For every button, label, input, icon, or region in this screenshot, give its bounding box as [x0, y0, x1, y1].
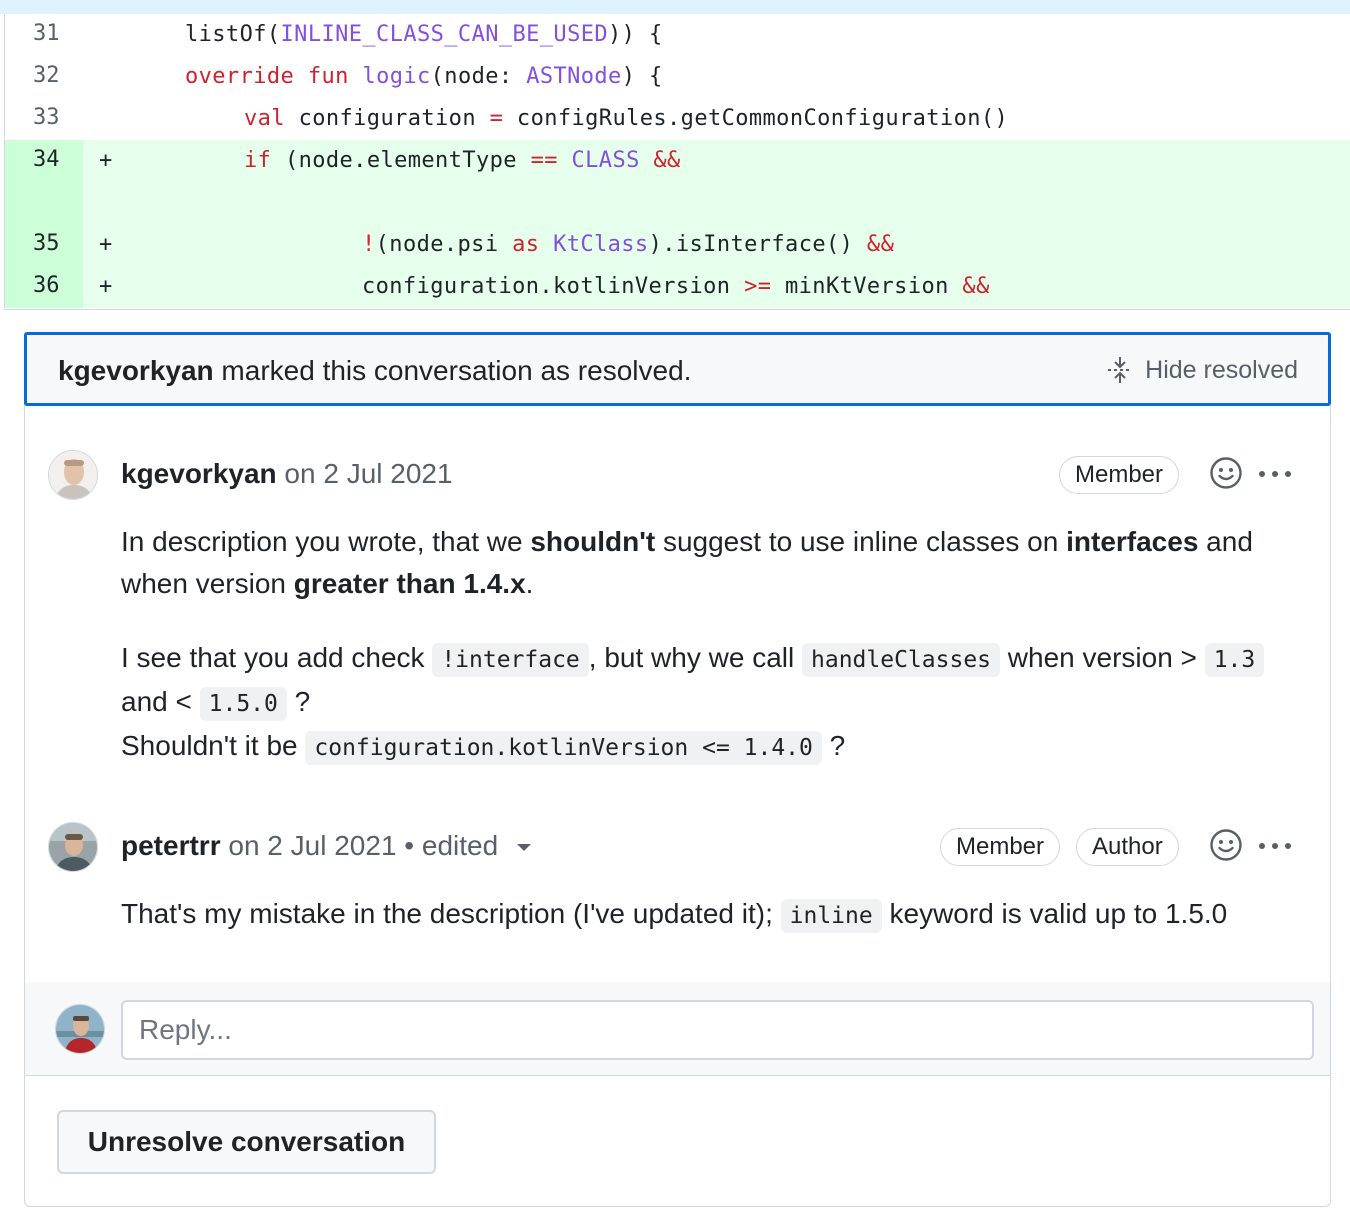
- code-text: !(node.psi as KtClass).isInterface() &&: [362, 232, 895, 257]
- author-badge: Author: [1076, 828, 1179, 866]
- reply-input[interactable]: Reply...: [121, 1000, 1314, 1060]
- kebab-horizontal-icon[interactable]: [1257, 838, 1293, 854]
- code-text: val configuration = configRules.getCommo…: [244, 106, 1009, 131]
- smiley-icon[interactable]: [1209, 456, 1243, 490]
- kebab-horizontal-icon[interactable]: [1257, 466, 1293, 482]
- line-number[interactable]: 36: [5, 266, 83, 308]
- hide-resolved-label: Hide resolved: [1145, 355, 1298, 384]
- diff-line: 31 listOf(INLINE_CLASS_CAN_BE_USED)) {: [5, 14, 1350, 56]
- avatar[interactable]: [48, 822, 98, 872]
- comment-body-paragraph: In description you wrote, that we should…: [121, 526, 1253, 599]
- resolved-message: kgevorkyan marked this conversation as r…: [58, 355, 692, 386]
- line-number[interactable]: 35: [5, 224, 83, 266]
- unresolve-conversation-button[interactable]: Unresolve conversation: [57, 1110, 436, 1174]
- inline-code: 1.3: [1204, 643, 1265, 677]
- smiley-icon[interactable]: [1209, 828, 1243, 862]
- line-number[interactable]: 32: [5, 56, 83, 98]
- added-marker: +: [99, 148, 113, 173]
- code-text: override fun logic(node: ASTNode) {: [185, 64, 663, 89]
- avatar-image: [49, 451, 97, 499]
- line-number[interactable]: 33: [5, 98, 83, 140]
- comment-author[interactable]: kgevorkyan: [121, 458, 277, 489]
- code-text: if (node.elementType == CLASS &&: [244, 148, 681, 173]
- code-text: listOf(INLINE_CLASS_CAN_BE_USED)) {: [185, 22, 663, 47]
- added-marker: +: [99, 274, 113, 299]
- fold-icon: [1108, 357, 1133, 383]
- avatar: [55, 1004, 105, 1054]
- diff-line-added: 35 + !(node.psi as KtClass).isInterface(…: [5, 224, 1350, 266]
- line-number[interactable]: 31: [5, 14, 83, 56]
- comment-timestamp[interactable]: on 2 Jul 2021: [277, 458, 452, 489]
- comment-header: petertrr on 2 Jul 2021 • edited: [121, 830, 532, 862]
- inline-code: 1.5.0: [199, 687, 287, 721]
- diff-line: 32 override fun logic(node: ASTNode) {: [5, 56, 1350, 98]
- member-badge: Member: [940, 828, 1061, 866]
- diff-view: 31 listOf(INLINE_CLASS_CAN_BE_USED)) { 3…: [4, 14, 1350, 310]
- added-marker: +: [99, 232, 113, 257]
- inline-code: !interface: [432, 643, 589, 677]
- code-text: configuration.kotlinVersion >= minKtVers…: [362, 274, 990, 299]
- avatar-image: [49, 823, 97, 871]
- comment-header: kgevorkyan on 2 Jul 2021: [121, 458, 453, 490]
- diff-header-strip: [0, 0, 1350, 14]
- diff-line: 33 val configuration = configRules.getCo…: [5, 98, 1350, 140]
- diff-line-added: 34 + if (node.elementType == CLASS &&: [5, 140, 1350, 224]
- comment-timestamp[interactable]: on 2 Jul 2021 • edited: [221, 830, 498, 861]
- avatar[interactable]: [48, 450, 98, 500]
- diff-line-added: 36 + configuration.kotlinVersion >= minK…: [5, 266, 1350, 308]
- avatar-image: [56, 1005, 104, 1053]
- inline-code: handleClasses: [802, 643, 1001, 677]
- line-number[interactable]: 34: [5, 140, 83, 224]
- member-badge: Member: [1059, 456, 1180, 494]
- resolved-banner: kgevorkyan marked this conversation as r…: [24, 332, 1331, 406]
- hide-resolved-button[interactable]: Hide resolved: [1107, 355, 1298, 385]
- inline-code: configuration.kotlinVersion <= 1.4.0: [305, 731, 822, 765]
- triangle-down-icon[interactable]: [516, 843, 532, 853]
- inline-code: inline: [780, 899, 882, 933]
- reply-area: Reply...: [25, 982, 1330, 1076]
- comment-body-paragraph: I see that you add check !interface, but…: [121, 637, 1271, 769]
- comment-author[interactable]: petertrr: [121, 830, 221, 861]
- comment-body-paragraph: That's my mistake in the description (I'…: [121, 893, 1311, 937]
